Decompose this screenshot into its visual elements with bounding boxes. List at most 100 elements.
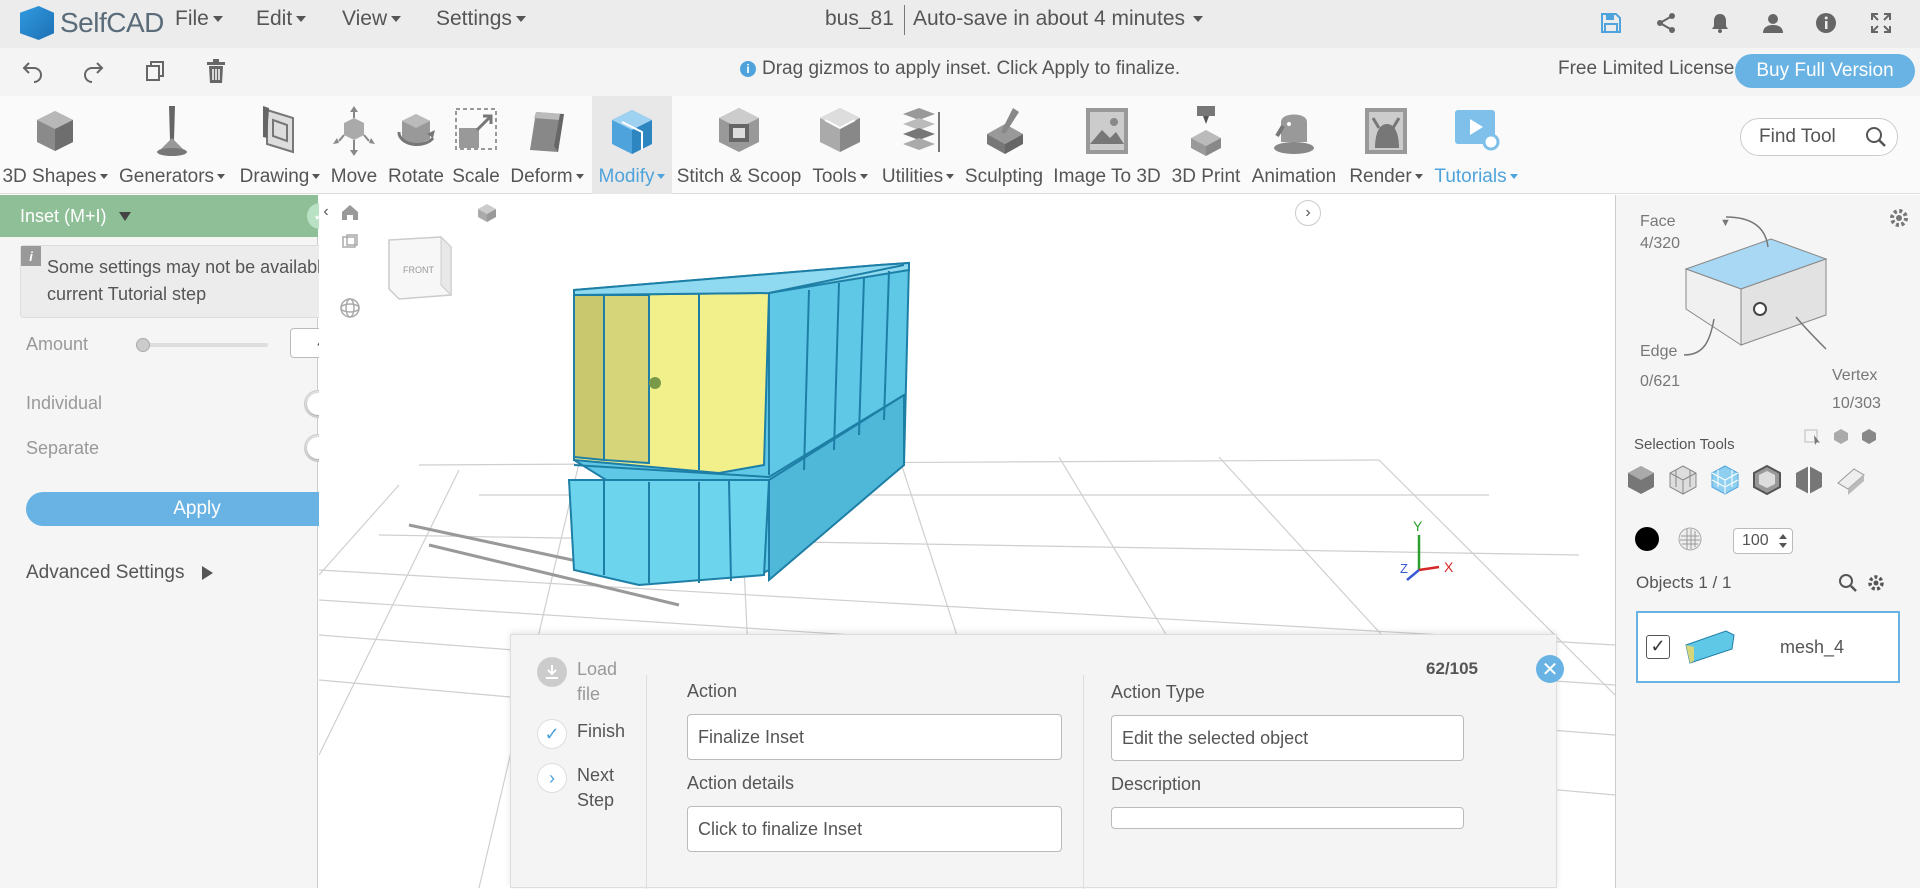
tool-generators[interactable]: Generators [114,96,230,194]
tool-label: Rotate [388,166,444,187]
menu-view[interactable]: View [342,7,401,31]
tool-image-to-3d[interactable]: Image To 3D [1050,96,1164,194]
save-icon[interactable] [1596,8,1626,38]
texture-icon[interactable] [1678,527,1702,551]
select-edge-icon[interactable] [1750,463,1784,497]
tool-3d-print[interactable]: 3D Print [1166,96,1246,194]
object-list-item[interactable]: ✓ mesh_4 [1636,611,1900,683]
tool-label: Utilities [882,166,954,188]
delete-icon[interactable] [201,56,231,86]
tool-deform[interactable]: Deform [506,96,588,194]
menu-edit[interactable]: Edit [256,7,306,31]
tool-tools[interactable]: Tools [806,96,874,194]
buy-full-version-button[interactable]: Buy Full Version [1735,54,1915,88]
select-solid-icon[interactable] [1860,427,1878,445]
license-label: Free Limited License [1558,58,1735,79]
select-half-icon[interactable] [1792,463,1826,497]
close-tutorial-button[interactable]: ✕ [1536,655,1564,683]
user-icon[interactable] [1758,8,1788,38]
fullscreen-icon[interactable] [1866,8,1896,38]
step-next[interactable]: › Next Step [537,763,614,813]
view-mode-icon[interactable] [474,201,500,227]
tool-label: Scale [452,166,500,187]
orbit-icon[interactable] [337,295,363,321]
action-details-value: Click to finalize Inset [698,818,863,839]
tool-hint: i Drag gizmos to apply inset. Click Appl… [740,58,1180,80]
share-icon[interactable] [1651,8,1681,38]
caret-down-icon[interactable] [118,211,131,221]
menu-settings[interactable]: Settings [436,7,526,31]
slider-handle[interactable] [136,338,150,352]
menu-file[interactable]: File [175,7,223,31]
objects-settings-icon[interactable] [1866,573,1886,593]
expand-arrow-icon [202,566,214,580]
bus-mesh [567,261,911,587]
action-field[interactable]: Finalize Inset [687,714,1062,760]
autosave-status[interactable]: Auto-save in about 4 minutes [913,7,1203,31]
expand-right-panel-icon[interactable]: › [1295,200,1321,226]
view-cube[interactable]: FRONT [388,235,452,300]
spinner-icon[interactable] [1779,533,1787,549]
step-load-file[interactable]: Load file [537,657,617,707]
sculpting-icon [978,104,1030,158]
move-icon [328,104,380,158]
object-visibility-checkbox[interactable]: ✓ [1646,635,1670,659]
tool-sculpting[interactable]: Sculpting [962,96,1046,194]
download-icon [537,657,567,687]
find-tool-input[interactable]: Find Tool [1740,118,1898,156]
opacity-input[interactable]: 100 [1733,528,1793,554]
step-line: Next [577,765,615,785]
tutorials-icon [1450,104,1502,158]
find-tool-placeholder: Find Tool [1759,126,1836,147]
tool-animation[interactable]: Animation [1248,96,1340,194]
color-swatch[interactable] [1635,527,1659,551]
apply-button[interactable]: Apply [26,492,368,526]
undo-icon[interactable] [18,56,48,86]
description-field[interactable] [1111,807,1464,829]
inset-panel-header[interactable]: Inset (M+I) [0,195,318,237]
search-objects-icon[interactable] [1838,573,1858,593]
select-wireframe-icon[interactable] [1666,463,1700,497]
tool-scale[interactable]: Scale [448,96,504,194]
amount-slider[interactable] [136,338,268,352]
tool-move[interactable]: Move [324,96,384,194]
tool-label: Image To 3D [1053,166,1161,187]
info-icon[interactable] [1811,8,1841,38]
home-icon[interactable] [337,199,363,225]
select-cursor-icon[interactable] [1804,427,1822,445]
select-object-icon[interactable] [1832,427,1850,445]
action-type-field[interactable]: Edit the selected object [1111,715,1464,761]
bell-icon[interactable] [1705,8,1735,38]
tool-tutorials[interactable]: Tutorials [1430,96,1522,194]
utilities-icon [892,104,944,158]
select-whole-icon[interactable] [1624,463,1658,497]
gizmo-handle[interactable] [649,377,661,389]
tool-modify[interactable]: Modify [592,96,672,194]
step-finish[interactable]: ✓ Finish [537,719,625,749]
advanced-settings-toggle[interactable]: Advanced Settings [26,562,214,584]
redo-icon[interactable] [78,56,108,86]
rotate-icon [390,104,442,158]
deform-icon [521,104,573,158]
select-face-icon[interactable] [1708,463,1742,497]
logo[interactable]: SelfCAD [20,6,164,40]
step-line: file [577,684,601,704]
perspective-icon[interactable] [337,229,363,255]
tool-label: Tools [812,166,867,188]
search-icon[interactable] [1865,126,1887,154]
copy-icon[interactable] [140,56,170,86]
select-plane-icon[interactable] [1834,463,1868,497]
tool-render[interactable]: Render [1344,96,1428,194]
tool-stitch-scoop[interactable]: Stitch & Scoop [676,96,802,194]
axis-y-label: Y [1413,518,1423,534]
selection-tools-row [1624,463,1868,497]
tool-utilities[interactable]: Utilities [878,96,958,194]
tool-drawing[interactable]: Drawing [234,96,326,194]
document-name[interactable]: bus_81 [825,7,894,31]
info-dot-icon: i [740,61,756,77]
selection-mode-cube[interactable] [1676,209,1896,369]
action-details-field[interactable]: Click to finalize Inset [687,806,1062,852]
tool-rotate[interactable]: Rotate [384,96,448,194]
tutorial-panel: 62/105 ✕ Load file ✓ Finish › Next Step Ac… [510,634,1564,889]
tool-3d-shapes[interactable]: 3D Shapes [0,96,110,194]
